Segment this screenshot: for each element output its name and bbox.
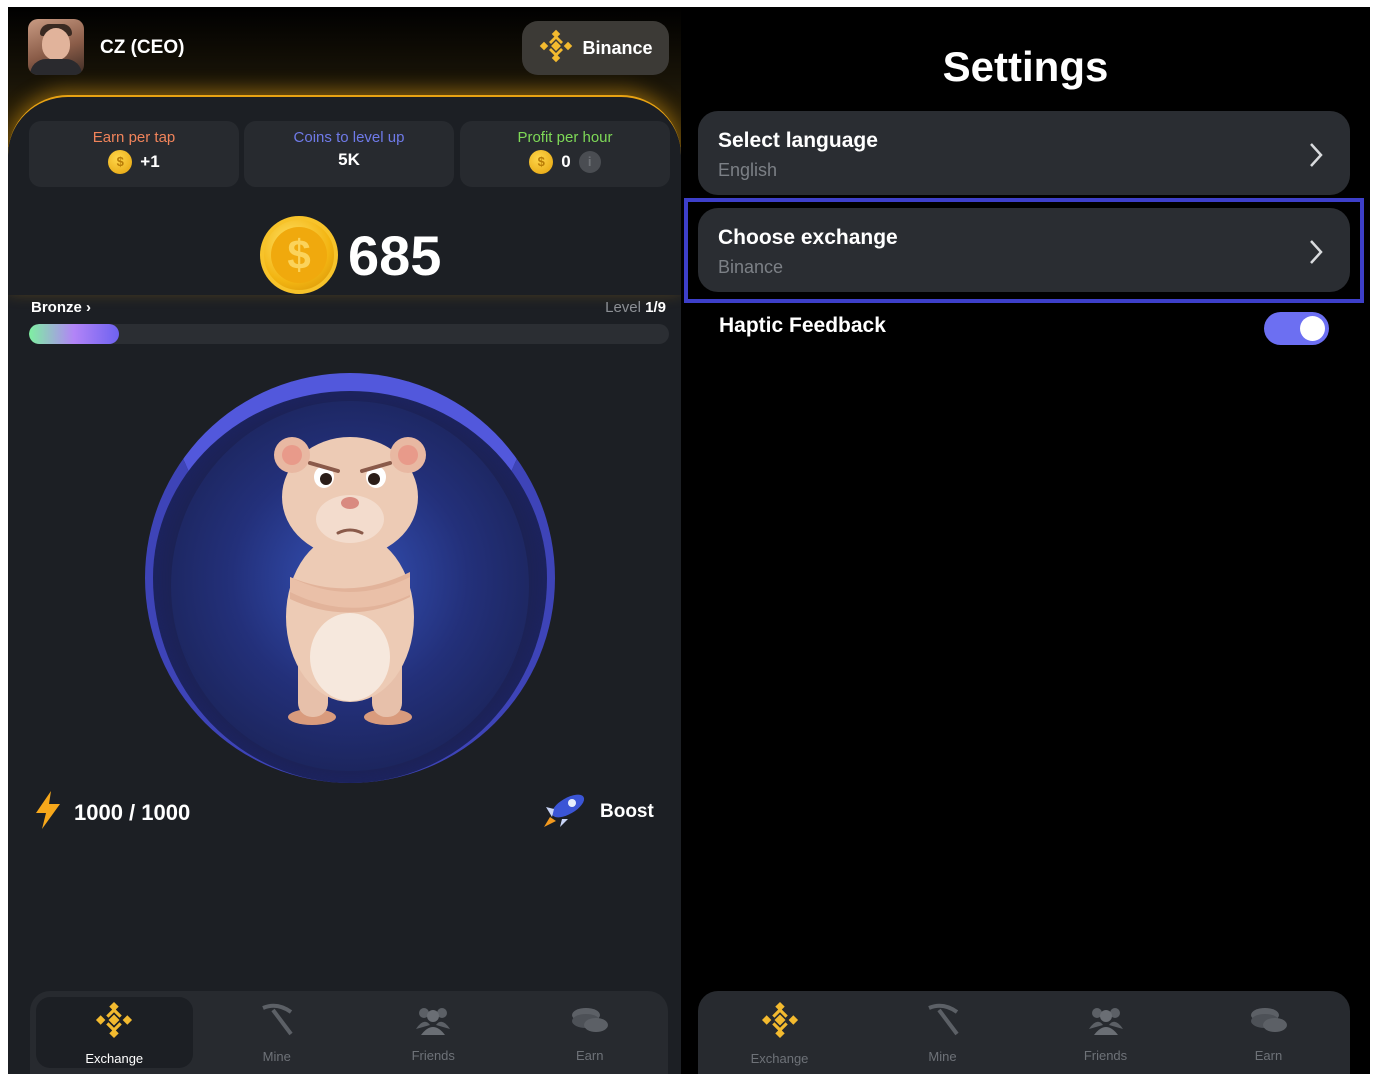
chevron-right-icon: › <box>86 299 92 316</box>
nav-label: Friends <box>1083 1047 1128 1063</box>
row-title: Choose exchange <box>718 226 898 249</box>
nav-item-exchange[interactable]: Exchange <box>698 991 861 1074</box>
nav-label: Friends <box>411 1047 455 1063</box>
energy-meter: 1000 / 1000 <box>34 791 190 834</box>
level-progress-fill <box>29 324 119 344</box>
nav-item-friends[interactable]: Friends <box>1024 991 1187 1074</box>
bottom-nav: Exchange Mine Friends Earn <box>698 991 1350 1074</box>
pickaxe-icon <box>925 1002 961 1043</box>
stat-value: +1 <box>140 152 160 171</box>
nav-label: Earn <box>1254 1047 1283 1063</box>
choose-exchange-row[interactable]: Choose exchange Binance <box>698 208 1350 292</box>
page-title: Settings <box>942 43 1109 90</box>
pickaxe-icon <box>259 1002 295 1043</box>
coins-icon <box>1249 1003 1289 1042</box>
chevron-right-icon <box>1308 141 1324 174</box>
binance-icon <box>538 28 574 69</box>
nav-label: Mine <box>262 1048 291 1064</box>
rocket-icon <box>540 789 588 834</box>
user-name: CZ (CEO) <box>100 37 185 58</box>
stat-title: Coins to level up <box>293 129 405 146</box>
coin-balance: 685 <box>348 224 442 287</box>
select-language-row[interactable]: Select language English <box>698 111 1350 195</box>
boost-button[interactable]: Boost <box>540 789 654 834</box>
friends-icon <box>414 1003 452 1042</box>
exchange-button[interactable]: Binance <box>522 21 669 75</box>
energy-value: 1000 / 1000 <box>74 799 191 825</box>
level-prefix: Level <box>605 299 641 316</box>
stat-title: Profit per hour <box>517 129 613 146</box>
coin-icon: $ <box>108 150 133 174</box>
stat-coins-to-level-up: Coins to level up 5K <box>244 121 454 187</box>
nav-item-friends[interactable]: Friends <box>355 991 512 1074</box>
nav-item-mine[interactable]: Mine <box>199 991 356 1074</box>
nav-label: Exchange <box>750 1050 809 1066</box>
nav-item-earn[interactable]: Earn <box>512 991 669 1074</box>
coin-icon: $ <box>260 216 338 294</box>
league-link[interactable]: Bronze › <box>31 299 91 316</box>
hamster-character[interactable] <box>260 427 440 727</box>
level-value: 1/9 <box>645 299 666 316</box>
exchange-button-label: Binance <box>582 37 653 58</box>
chevron-right-icon <box>1308 238 1324 271</box>
stat-value: 0 <box>561 152 571 171</box>
binance-icon <box>760 1000 800 1045</box>
row-value: English <box>718 160 778 180</box>
row-value: Binance <box>718 257 784 277</box>
lightning-icon <box>34 791 62 834</box>
stat-profit-per-hour: Profit per hour $ 0 i <box>460 121 670 187</box>
binance-icon <box>94 1000 134 1045</box>
haptic-feedback-toggle[interactable] <box>1264 312 1329 345</box>
bottom-nav: Exchange Mine Friends Earn <box>30 991 668 1074</box>
nav-label: Mine <box>928 1048 957 1064</box>
boost-label: Boost <box>600 800 654 822</box>
nav-item-exchange[interactable]: Exchange <box>36 997 193 1068</box>
coin-icon: $ <box>529 150 554 174</box>
stat-earn-per-tap: Earn per tap $ +1 <box>29 121 239 187</box>
settings-screen: Settings Select language English Choose … <box>681 7 1370 1074</box>
coins-icon <box>570 1003 610 1042</box>
level-indicator: Level 1/9 <box>605 299 666 316</box>
avatar[interactable] <box>28 19 84 75</box>
row-title: Select language <box>718 129 878 152</box>
nav-label: Exchange <box>85 1050 144 1066</box>
game-screen: CZ (CEO) Binance Earn per tap $ +1 Coins… <box>8 7 681 1074</box>
haptic-feedback-label: Haptic Feedback <box>719 314 886 337</box>
toggle-knob <box>1300 316 1325 341</box>
stat-value: 5K <box>338 150 360 169</box>
nav-item-earn[interactable]: Earn <box>1187 991 1350 1074</box>
nav-item-mine[interactable]: Mine <box>861 991 1024 1074</box>
league-name: Bronze <box>31 299 82 316</box>
level-progress-bar <box>29 324 669 344</box>
stat-title: Earn per tap <box>92 129 176 146</box>
info-icon[interactable]: i <box>578 151 601 173</box>
nav-label: Earn <box>576 1047 604 1063</box>
friends-icon <box>1087 1003 1125 1042</box>
